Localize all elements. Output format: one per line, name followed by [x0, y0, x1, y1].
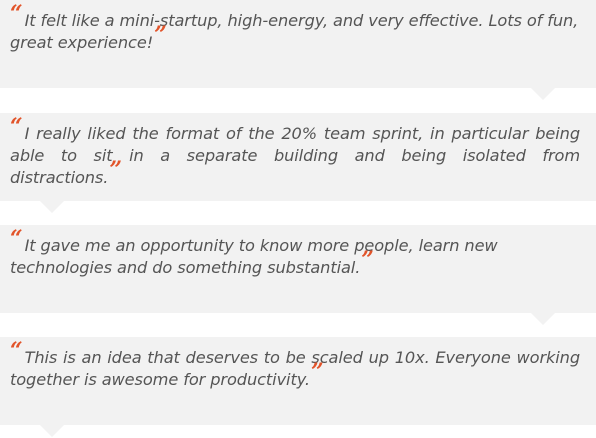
open-quote-icon: “: [10, 338, 23, 364]
testimonial-text: I really liked the format of the 20% tea…: [10, 124, 580, 187]
testimonial-card: “It felt like a mini-startup, high-energ…: [0, 0, 596, 100]
testimonial-quote: “It felt like a mini-startup, high-energ…: [10, 3, 580, 54]
testimonial-quote: “It gave me an opportunity to know more …: [10, 228, 580, 279]
testimonial-card: “This is an idea that deserves to be sca…: [0, 337, 596, 437]
testimonial-text: This is an idea that deserves to be scal…: [10, 348, 580, 389]
close-quote-icon: ”: [361, 247, 374, 273]
open-quote-icon: “: [10, 114, 23, 140]
close-quote-icon: ”: [310, 359, 324, 385]
testimonial-card: “It gave me an opportunity to know more …: [0, 225, 596, 325]
open-quote-icon: “: [10, 1, 23, 27]
testimonial-text: It gave me an opportunity to know more p…: [10, 236, 498, 277]
open-quote-icon: “: [10, 226, 23, 252]
testimonial-card: “I really liked the format of the 20% te…: [0, 113, 596, 213]
testimonial-quote: “This is an idea that deserves to be sca…: [10, 340, 580, 391]
testimonial-quote: “I really liked the format of the 20% te…: [10, 116, 580, 189]
close-quote-icon: ”: [154, 22, 167, 48]
close-quote-icon: ”: [109, 157, 122, 183]
testimonial-text: It felt like a mini-startup, high-energy…: [10, 11, 579, 52]
